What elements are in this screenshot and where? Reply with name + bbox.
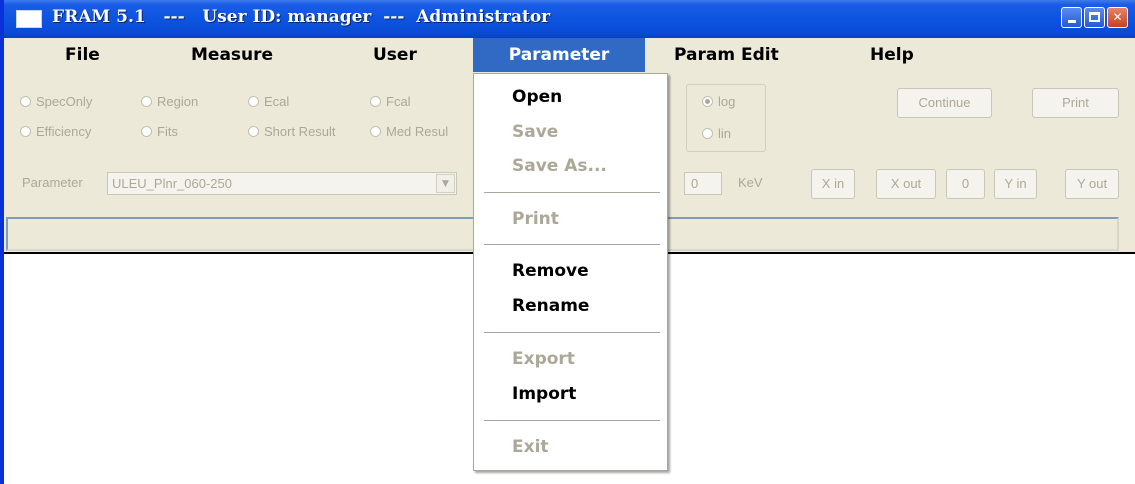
x-out-button[interactable]: X out: [876, 169, 936, 199]
minimize-button[interactable]: [1061, 7, 1082, 28]
menu-separator: [484, 420, 660, 421]
radio-fits[interactable]: Fits: [141, 124, 178, 139]
energy-field[interactable]: 0: [684, 172, 722, 195]
continue-button[interactable]: Continue: [897, 88, 992, 118]
menu-item-print[interactable]: Print: [512, 209, 559, 229]
menu-separator: [484, 192, 660, 193]
parameter-label: Parameter: [22, 175, 83, 190]
radio-med-result[interactable]: Med Resul: [370, 124, 448, 139]
menu-item-open[interactable]: Open: [512, 87, 562, 107]
y-in-button[interactable]: Y in: [994, 169, 1037, 199]
parameter-menu: Open Save Save As... Print Remove Rename…: [473, 73, 668, 471]
chevron-down-icon[interactable]: ▼: [436, 174, 455, 193]
radio-speconly[interactable]: SpecOnly: [20, 94, 92, 109]
menu-file[interactable]: File: [65, 45, 100, 65]
radio-dot: [370, 126, 381, 137]
maximize-button[interactable]: [1084, 7, 1105, 28]
radio-log[interactable]: log: [702, 94, 735, 109]
app-icon: [16, 10, 42, 28]
app-window: FRAM 5.1 --- User ID: manager --- Admini…: [0, 0, 1135, 484]
energy-unit-label: KeV: [738, 175, 763, 190]
parameter-select-value: ULEU_Plnr_060-250: [112, 176, 232, 191]
menu-item-save[interactable]: Save: [512, 122, 558, 142]
title-bar[interactable]: FRAM 5.1 --- User ID: manager --- Admini…: [4, 0, 1135, 38]
menu-user[interactable]: User: [373, 45, 417, 65]
radio-dot: [141, 96, 152, 107]
close-icon: ✕: [1112, 10, 1123, 24]
minimize-icon: [1067, 20, 1076, 23]
close-button[interactable]: ✕: [1107, 7, 1128, 28]
radio-dot: [20, 96, 31, 107]
x-in-button[interactable]: X in: [811, 169, 855, 199]
zero-button[interactable]: 0: [946, 169, 985, 199]
menu-separator: [484, 332, 660, 333]
menu-item-rename[interactable]: Rename: [512, 296, 589, 316]
menu-measure[interactable]: Measure: [191, 45, 273, 65]
menu-param-edit[interactable]: Param Edit: [674, 45, 779, 65]
menu-item-save-as[interactable]: Save As...: [512, 156, 607, 176]
radio-dot: [248, 96, 259, 107]
y-out-button[interactable]: Y out: [1065, 169, 1119, 199]
menu-item-export[interactable]: Export: [512, 349, 575, 369]
radio-dot: [248, 126, 259, 137]
radio-dot: [370, 96, 381, 107]
menu-item-exit[interactable]: Exit: [512, 437, 549, 457]
menu-help[interactable]: Help: [870, 45, 914, 65]
radio-short-result[interactable]: Short Result: [248, 124, 336, 139]
radio-dot-selected: [702, 96, 713, 107]
radio-dot: [702, 128, 713, 139]
radio-fcal[interactable]: Fcal: [370, 94, 411, 109]
print-button[interactable]: Print: [1032, 88, 1119, 118]
menu-item-import[interactable]: Import: [512, 384, 576, 404]
radio-region[interactable]: Region: [141, 94, 198, 109]
menu-parameter[interactable]: Parameter: [473, 38, 645, 72]
menu-bar: File Measure User Parameter Param Edit H…: [4, 38, 1135, 74]
menu-separator: [484, 244, 660, 245]
radio-dot: [141, 126, 152, 137]
radio-dot: [20, 126, 31, 137]
radio-ecal[interactable]: Ecal: [248, 94, 289, 109]
window-title: FRAM 5.1 --- User ID: manager --- Admini…: [52, 7, 551, 27]
radio-efficiency[interactable]: Efficiency: [20, 124, 91, 139]
maximize-icon: [1089, 12, 1100, 22]
radio-lin[interactable]: lin: [702, 126, 731, 141]
parameter-select[interactable]: ULEU_Plnr_060-250 ▼: [107, 172, 457, 195]
menu-item-remove[interactable]: Remove: [512, 261, 589, 281]
